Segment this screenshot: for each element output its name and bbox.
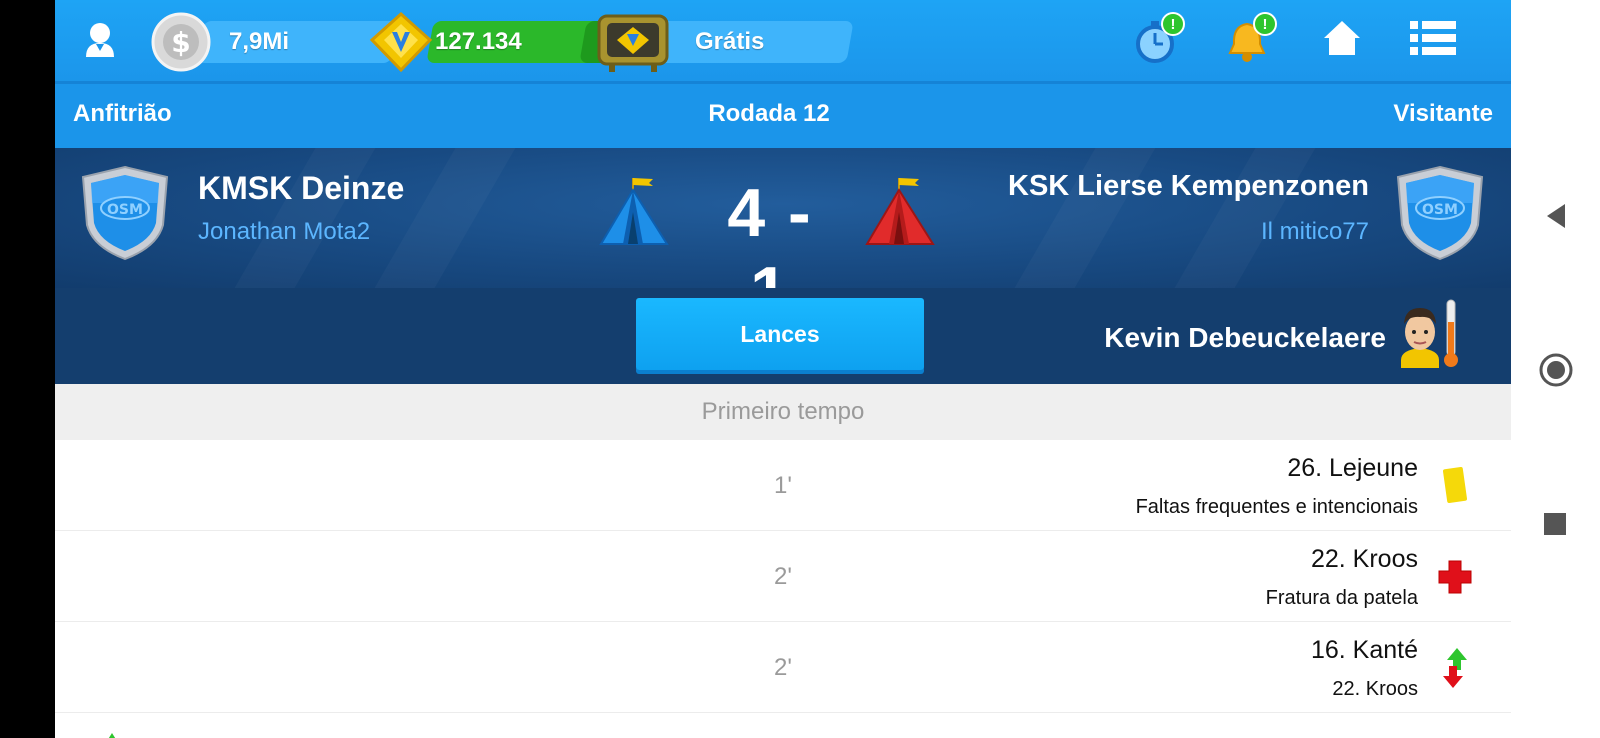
tv-icon[interactable] bbox=[595, 12, 671, 74]
event-minute: 2' bbox=[774, 654, 792, 681]
recents-icon[interactable] bbox=[1543, 512, 1567, 536]
man-of-the-match-name[interactable]: Kevin Debeuckelaere bbox=[1104, 322, 1386, 354]
event-player: 16. Kanté bbox=[1310, 636, 1418, 664]
bosscoin-icon bbox=[368, 10, 434, 74]
away-label: Visitante bbox=[1393, 100, 1493, 127]
player-avatar-icon[interactable] bbox=[1395, 302, 1445, 368]
home-circle-icon[interactable] bbox=[1538, 352, 1574, 388]
injury-cross-icon bbox=[1435, 555, 1475, 599]
badge-text: ! bbox=[1170, 15, 1176, 33]
menu-icon[interactable] bbox=[1409, 18, 1457, 58]
away-crest-icon[interactable]: OSM bbox=[1392, 163, 1488, 263]
partial-icon bbox=[105, 728, 119, 738]
thermometer-icon bbox=[1443, 298, 1459, 370]
event-row[interactable]: 1' 26. Lejeune Faltas frequentes e inten… bbox=[55, 440, 1511, 531]
event-player: 26. Lejeune bbox=[1287, 454, 1418, 482]
home-manager-name[interactable]: Jonathan Mota2 bbox=[198, 218, 370, 246]
event-row[interactable]: 2' 22. Kroos Fratura da patela bbox=[55, 531, 1511, 622]
section-header: Primeiro tempo bbox=[55, 384, 1511, 440]
android-nav-bar bbox=[1511, 0, 1600, 738]
manager-icon[interactable] bbox=[81, 20, 119, 60]
coins-value: 7,9Mi bbox=[229, 28, 290, 55]
svg-text:$: $ bbox=[171, 26, 190, 59]
substitution-icon bbox=[1435, 646, 1475, 690]
back-icon[interactable] bbox=[1543, 202, 1569, 230]
stopwatch-badge: ! bbox=[1161, 12, 1185, 36]
home-tent-icon bbox=[595, 172, 675, 252]
event-detail: 22. Kroos bbox=[1332, 678, 1418, 700]
round-bar: Anfitrião Rodada 12 Visitante bbox=[55, 84, 1511, 148]
svg-text:OSM: OSM bbox=[107, 202, 143, 218]
free-label: Grátis bbox=[695, 28, 765, 55]
match-score-box: OSM KMSK Deinze Jonathan Mota2 4 - 1 bbox=[55, 148, 1511, 288]
svg-text:OSM: OSM bbox=[1422, 202, 1458, 218]
event-detail: Fratura da patela bbox=[1265, 587, 1418, 609]
away-tent-icon bbox=[861, 172, 941, 252]
home-team-name[interactable]: KMSK Deinze bbox=[198, 170, 404, 207]
action-bar: Lances Kevin Debeuckelaere bbox=[55, 288, 1511, 384]
event-detail: Faltas frequentes e intencionais bbox=[1135, 496, 1418, 518]
away-team-name[interactable]: KSK Lierse Kempenzonen bbox=[1008, 170, 1369, 203]
top-bar: $ 7,9Mi 127.134 + bbox=[55, 0, 1511, 84]
round-title: Rodada 12 bbox=[708, 100, 830, 127]
lances-button[interactable]: Lances bbox=[636, 298, 924, 370]
away-manager-name[interactable]: Il mitico77 bbox=[1261, 218, 1369, 246]
yellow-card-icon bbox=[1435, 464, 1475, 508]
bosscoins-value: 127.134 bbox=[435, 28, 522, 55]
coin-icon: $ bbox=[151, 12, 211, 72]
score: 4 - 1 bbox=[727, 175, 813, 288]
home-icon[interactable] bbox=[1321, 18, 1363, 58]
event-row[interactable]: 2' 16. Kanté 22. Kroos bbox=[55, 622, 1511, 713]
bell-badge: ! bbox=[1253, 12, 1277, 36]
badge-text: ! bbox=[1262, 15, 1268, 33]
home-crest-icon[interactable]: OSM bbox=[77, 163, 173, 263]
event-player: 22. Kroos bbox=[1310, 545, 1418, 573]
game-screen: $ 7,9Mi 127.134 + bbox=[55, 0, 1511, 738]
